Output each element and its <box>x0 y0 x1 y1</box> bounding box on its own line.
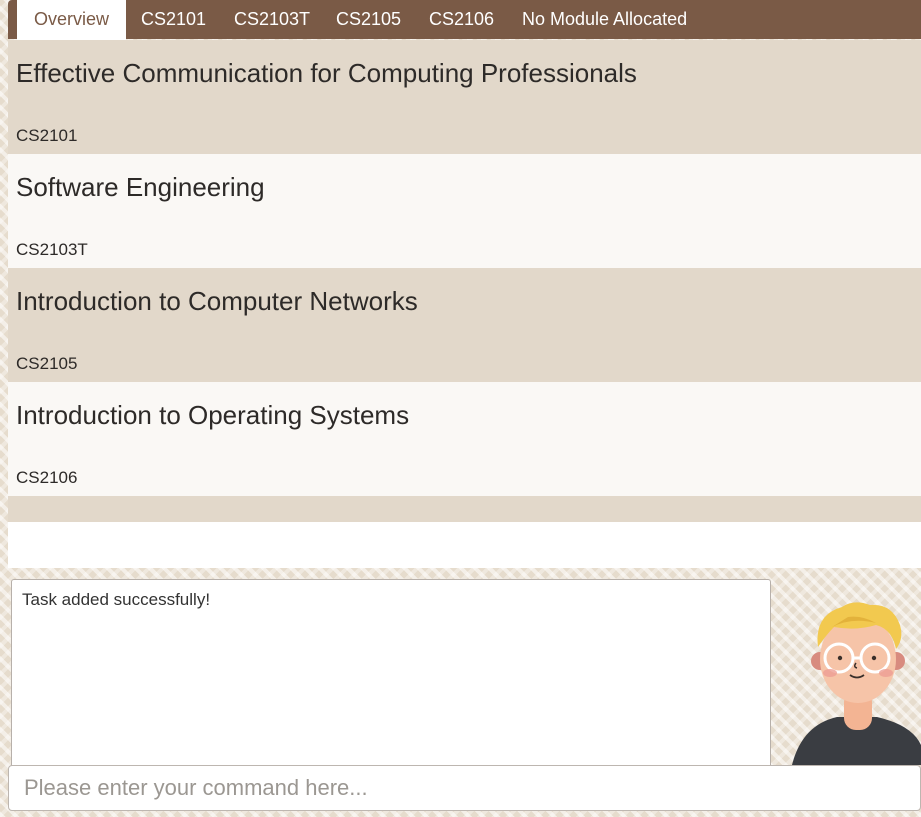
module-code: CS2103T <box>16 240 88 259</box>
tab-cs2101[interactable]: CS2101 <box>124 0 223 39</box>
tab-cs2106[interactable]: CS2106 <box>412 0 511 39</box>
module-card[interactable]: Introduction to Computer Networks CS2105 <box>8 268 921 382</box>
result-message: Task added successfully! <box>22 590 211 609</box>
tab-no-module-allocated[interactable]: No Module Allocated <box>505 0 704 39</box>
module-card[interactable]: Introduction to Operating Systems CS2106 <box>8 382 921 496</box>
module-code: CS2101 <box>16 126 78 145</box>
tab-bar: Overview CS2101 CS2103T CS2105 CS2106 No… <box>8 0 921 40</box>
avatar-illustration-icon <box>792 602 921 765</box>
result-display: Task added successfully! <box>11 579 771 769</box>
module-card[interactable]: Effective Communication for Computing Pr… <box>8 40 921 154</box>
module-list: Effective Communication for Computing Pr… <box>8 40 921 522</box>
module-title: Introduction to Operating Systems <box>16 400 410 430</box>
module-title: Software Engineering <box>16 172 265 202</box>
tab-cs2105[interactable]: CS2105 <box>319 0 418 39</box>
tab-overview[interactable]: Overview <box>17 0 127 40</box>
detail-panel <box>8 522 921 568</box>
command-input[interactable] <box>8 765 921 811</box>
module-code: CS2106 <box>16 468 78 487</box>
module-code: CS2105 <box>16 354 78 373</box>
app-window: Overview CS2101 CS2103T CS2105 CS2106 No… <box>8 0 921 817</box>
module-title: Effective Communication for Computing Pr… <box>16 58 637 88</box>
avatar <box>792 595 921 765</box>
list-filler <box>8 496 921 522</box>
tab-cs2103t[interactable]: CS2103T <box>217 0 327 39</box>
module-card[interactable]: Software Engineering CS2103T <box>8 154 921 268</box>
module-title: Introduction to Computer Networks <box>16 286 418 316</box>
